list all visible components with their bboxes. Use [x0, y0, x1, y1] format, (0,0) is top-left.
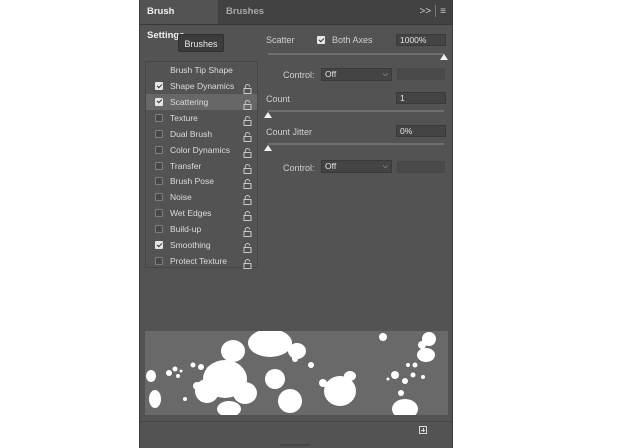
option-checkbox[interactable]: [155, 225, 163, 234]
option-label: Texture: [170, 112, 198, 123]
lock-icon[interactable]: [243, 240, 252, 253]
panel-tab-bar: Brush Settings Brushes >> ≡: [140, 0, 452, 41]
count-jitter-value-field[interactable]: 0%: [396, 125, 446, 137]
lock-icon[interactable]: [243, 224, 252, 238]
tab-brush-settings[interactable]: Brush Settings: [140, 0, 218, 41]
option-label: Dual Brush: [170, 128, 213, 139]
both-axes-label: Both Axes: [332, 35, 373, 45]
option-label: Build-up: [170, 224, 202, 235]
footer-divider: [140, 421, 452, 422]
option-label: Brush Pose: [170, 176, 214, 187]
option-checkbox[interactable]: [155, 113, 163, 122]
option-item-wet-edges[interactable]: Wet Edges: [146, 205, 257, 222]
option-checkbox[interactable]: [155, 97, 163, 106]
control-label-1: Control:: [283, 70, 315, 80]
tab-brushes[interactable]: Brushes: [219, 0, 271, 24]
option-label: Protect Texture: [170, 255, 228, 266]
option-item-shape-dynamics[interactable]: Shape Dynamics: [146, 78, 257, 94]
control-select-1-value: Off: [325, 69, 337, 79]
chevron-down-icon: ⌵: [382, 163, 388, 170]
option-label: Noise: [170, 192, 192, 203]
option-item-protect-texture[interactable]: Protect Texture: [146, 253, 257, 269]
lock-icon[interactable]: [243, 192, 252, 206]
control-extra-field-2: [397, 161, 445, 173]
scatter-slider-track[interactable]: [268, 53, 444, 55]
count-label: Count: [266, 94, 291, 104]
option-label: Scattering: [170, 96, 209, 107]
brush-tip-shape-item[interactable]: Brush Tip Shape: [146, 62, 257, 78]
option-item-color-dynamics[interactable]: Color Dynamics: [146, 142, 257, 158]
count-jitter-label: Count Jitter: [266, 127, 313, 137]
option-label: Transfer: [170, 160, 202, 171]
control-select-1[interactable]: Off ⌵: [321, 68, 392, 81]
tab-bar-controls: >> ≡: [415, 0, 446, 24]
collapse-icon[interactable]: >>: [419, 0, 431, 24]
option-item-brush-pose[interactable]: Brush Pose: [146, 173, 257, 190]
scatter-label: Scatter: [266, 35, 295, 45]
panel-resize-grip[interactable]: [280, 444, 310, 446]
count-jitter-slider-track[interactable]: [268, 143, 444, 145]
count-value-field[interactable]: 1: [396, 92, 446, 104]
lock-icon[interactable]: [243, 145, 252, 158]
option-checkbox[interactable]: [155, 256, 163, 265]
lock-icon[interactable]: [243, 129, 252, 142]
option-label: Shape Dynamics: [170, 81, 235, 91]
option-checkbox[interactable]: [155, 177, 163, 186]
brush-settings-panel: Brush Settings Brushes >> ≡ Brushes Brush…: [139, 0, 453, 448]
option-label: Wet Edges: [170, 208, 212, 219]
control-extra-field-1: [397, 68, 445, 80]
option-checkbox[interactable]: [155, 209, 163, 218]
lock-icon[interactable]: [243, 113, 252, 126]
lock-icon[interactable]: [243, 161, 252, 174]
option-item-noise[interactable]: Noise: [146, 189, 257, 206]
option-label: Color Dynamics: [170, 144, 230, 155]
option-label: Smoothing: [170, 240, 211, 250]
both-axes-checkbox[interactable]: [317, 36, 325, 44]
brushes-button[interactable]: Brushes: [178, 34, 224, 52]
option-checkbox[interactable]: [155, 241, 163, 249]
lock-icon[interactable]: [243, 176, 252, 190]
count-slider-track[interactable]: [268, 110, 444, 112]
option-item-build-up[interactable]: Build-up: [146, 221, 257, 238]
count-jitter-slider-thumb[interactable]: [264, 145, 272, 151]
control-select-2[interactable]: Off ⌵: [321, 160, 392, 173]
option-item-transfer[interactable]: Transfer: [146, 158, 257, 174]
option-checkbox[interactable]: [155, 193, 163, 202]
option-item-smoothing[interactable]: Smoothing: [146, 237, 257, 253]
scatter-value-field[interactable]: 1000%: [396, 34, 446, 46]
count-slider-thumb[interactable]: [264, 112, 272, 118]
brush-stroke-preview: [145, 331, 448, 415]
lock-icon[interactable]: [243, 81, 252, 94]
scatter-slider-thumb[interactable]: [440, 54, 448, 60]
lock-icon[interactable]: [243, 256, 252, 269]
option-item-dual-brush[interactable]: Dual Brush: [146, 126, 257, 142]
scatter-dabs: [146, 331, 436, 415]
brush-options-list: Brush Tip Shape Shape Dynamics Scattering…: [145, 61, 258, 269]
option-item-scattering[interactable]: Scattering: [146, 93, 257, 110]
new-preset-icon[interactable]: [419, 426, 427, 434]
option-item-texture[interactable]: Texture: [146, 110, 257, 126]
control-label-2: Control:: [283, 163, 315, 173]
option-checkbox[interactable]: [155, 82, 163, 90]
lock-icon[interactable]: [243, 97, 252, 110]
option-checkbox[interactable]: [155, 161, 163, 170]
option-checkbox[interactable]: [155, 129, 163, 138]
chevron-down-icon: ⌵: [382, 71, 388, 78]
tab-separator: [435, 5, 437, 18]
option-checkbox[interactable]: [155, 145, 163, 154]
panel-menu-icon[interactable]: ≡: [440, 0, 446, 24]
lock-icon[interactable]: [243, 208, 252, 222]
control-select-2-value: Off: [325, 161, 337, 171]
